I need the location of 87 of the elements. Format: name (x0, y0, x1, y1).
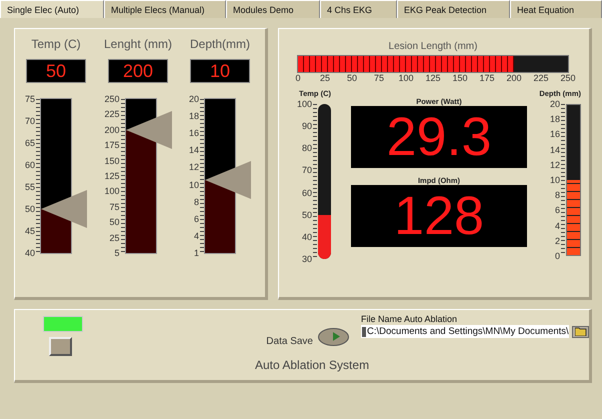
tick-label: 55 (24, 182, 35, 192)
tick-label: 50 (24, 204, 35, 214)
tick-label: 100 (104, 186, 120, 196)
tick-label: 175 (104, 140, 120, 150)
folder-icon (574, 327, 587, 336)
tick-label: 14 (550, 144, 560, 155)
slider-label: Depth(mm) (190, 37, 250, 53)
tick-label: 50 (302, 210, 312, 220)
data-save-button[interactable] (318, 328, 349, 346)
slider-thumb[interactable] (41, 190, 87, 228)
tick-label: 20 (550, 99, 560, 109)
tick-label: 200 (104, 124, 120, 135)
tab[interactable]: Multiple Elecs (Manual) (104, 0, 226, 18)
tick-label: 16 (550, 129, 560, 140)
tick-label: 80 (302, 143, 312, 154)
tick-label: 250 (559, 73, 577, 83)
tick-label: 45 (24, 226, 35, 236)
tab[interactable]: EKG Peak Detection (397, 0, 510, 18)
tab[interactable]: Single Elec (Auto) (0, 0, 104, 18)
tick-label: 150 (451, 73, 469, 83)
tick-label: 25 (318, 73, 331, 83)
tick-label: 6 (194, 214, 199, 224)
tick-label: 4 (554, 220, 560, 230)
tick-label: 25 (110, 232, 120, 243)
tick-label: 60 (24, 160, 35, 170)
numeric-display: 200 (108, 59, 168, 83)
tick-label: 150 (104, 156, 120, 166)
tick-label: 6 (554, 205, 560, 216)
play-icon (333, 332, 340, 342)
tick-label: 175 (478, 73, 496, 83)
numeric-display: 128 (351, 185, 527, 247)
tick-label: 50 (346, 73, 358, 83)
tick-label: 225 (532, 73, 550, 83)
tick-label: 75 (110, 202, 120, 212)
tick-label: 16 (188, 128, 199, 138)
tick-label: 90 (302, 121, 312, 132)
tick-label: 200 (505, 73, 523, 83)
button-label: Data Save (266, 336, 313, 348)
tick-label: 40 (24, 248, 35, 258)
tick-label: 125 (424, 73, 442, 83)
numeric-display: 29.3 (351, 106, 527, 168)
tick-label: 65 (24, 138, 35, 148)
tab[interactable]: 4 Chs EKG (320, 0, 397, 18)
tick-label: 40 (302, 232, 312, 242)
tick-label: 18 (550, 114, 560, 124)
browse-button[interactable] (572, 326, 589, 338)
tick-label: 225 (104, 109, 120, 120)
tick-label: 8 (554, 190, 560, 200)
slider-label: Lenght (mm) (104, 37, 172, 53)
tick-label: 70 (302, 165, 312, 176)
tick-label: 5 (114, 248, 120, 258)
tick-label: 100 (296, 99, 312, 109)
path-icon (362, 326, 366, 336)
numeric-display: 50 (26, 59, 86, 83)
tab[interactable]: Modules Demo (226, 0, 320, 18)
tick-label: 4 (194, 230, 199, 241)
tick-label: 250 (104, 94, 120, 104)
tick-label: 0 (554, 250, 560, 261)
tick-label: 30 (302, 254, 312, 264)
field-label: File Name Auto Ablation (361, 314, 458, 324)
tick-label: 100 (397, 73, 415, 83)
tick-label: 12 (550, 160, 560, 170)
panel-title: Auto Ablation System (255, 358, 370, 374)
tick-label: 10 (188, 180, 199, 190)
tab[interactable]: Heat Equation (510, 0, 602, 18)
tick-label: 70 (24, 116, 35, 126)
tick-label: 75 (372, 73, 385, 83)
path-field[interactable]: C:\Documents and Settings\MN\My Documents\ (361, 325, 570, 338)
meter-label: Lesion Length (mm) (388, 41, 478, 52)
square-button[interactable] (49, 337, 72, 356)
tick-label: 8 (194, 196, 199, 207)
tick-label: 12 (188, 162, 199, 172)
tick-label: 2 (554, 236, 560, 246)
tick-label: 14 (188, 145, 199, 156)
slider-thumb[interactable] (126, 111, 172, 150)
tick-label: 0 (294, 73, 302, 83)
tick-label: 18 (188, 111, 199, 122)
tick-label: 10 (550, 174, 560, 185)
tick-label: 60 (302, 188, 312, 198)
tick-label: 1 (194, 248, 199, 258)
slider-label: Temp (C) (31, 37, 81, 53)
tick-label: 50 (110, 217, 120, 228)
tick-label: 125 (104, 170, 120, 181)
tick-label: 20 (188, 94, 199, 104)
numeric-display: 10 (190, 59, 250, 83)
slider-thumb[interactable] (205, 160, 251, 199)
tick-label: 75 (24, 94, 35, 104)
